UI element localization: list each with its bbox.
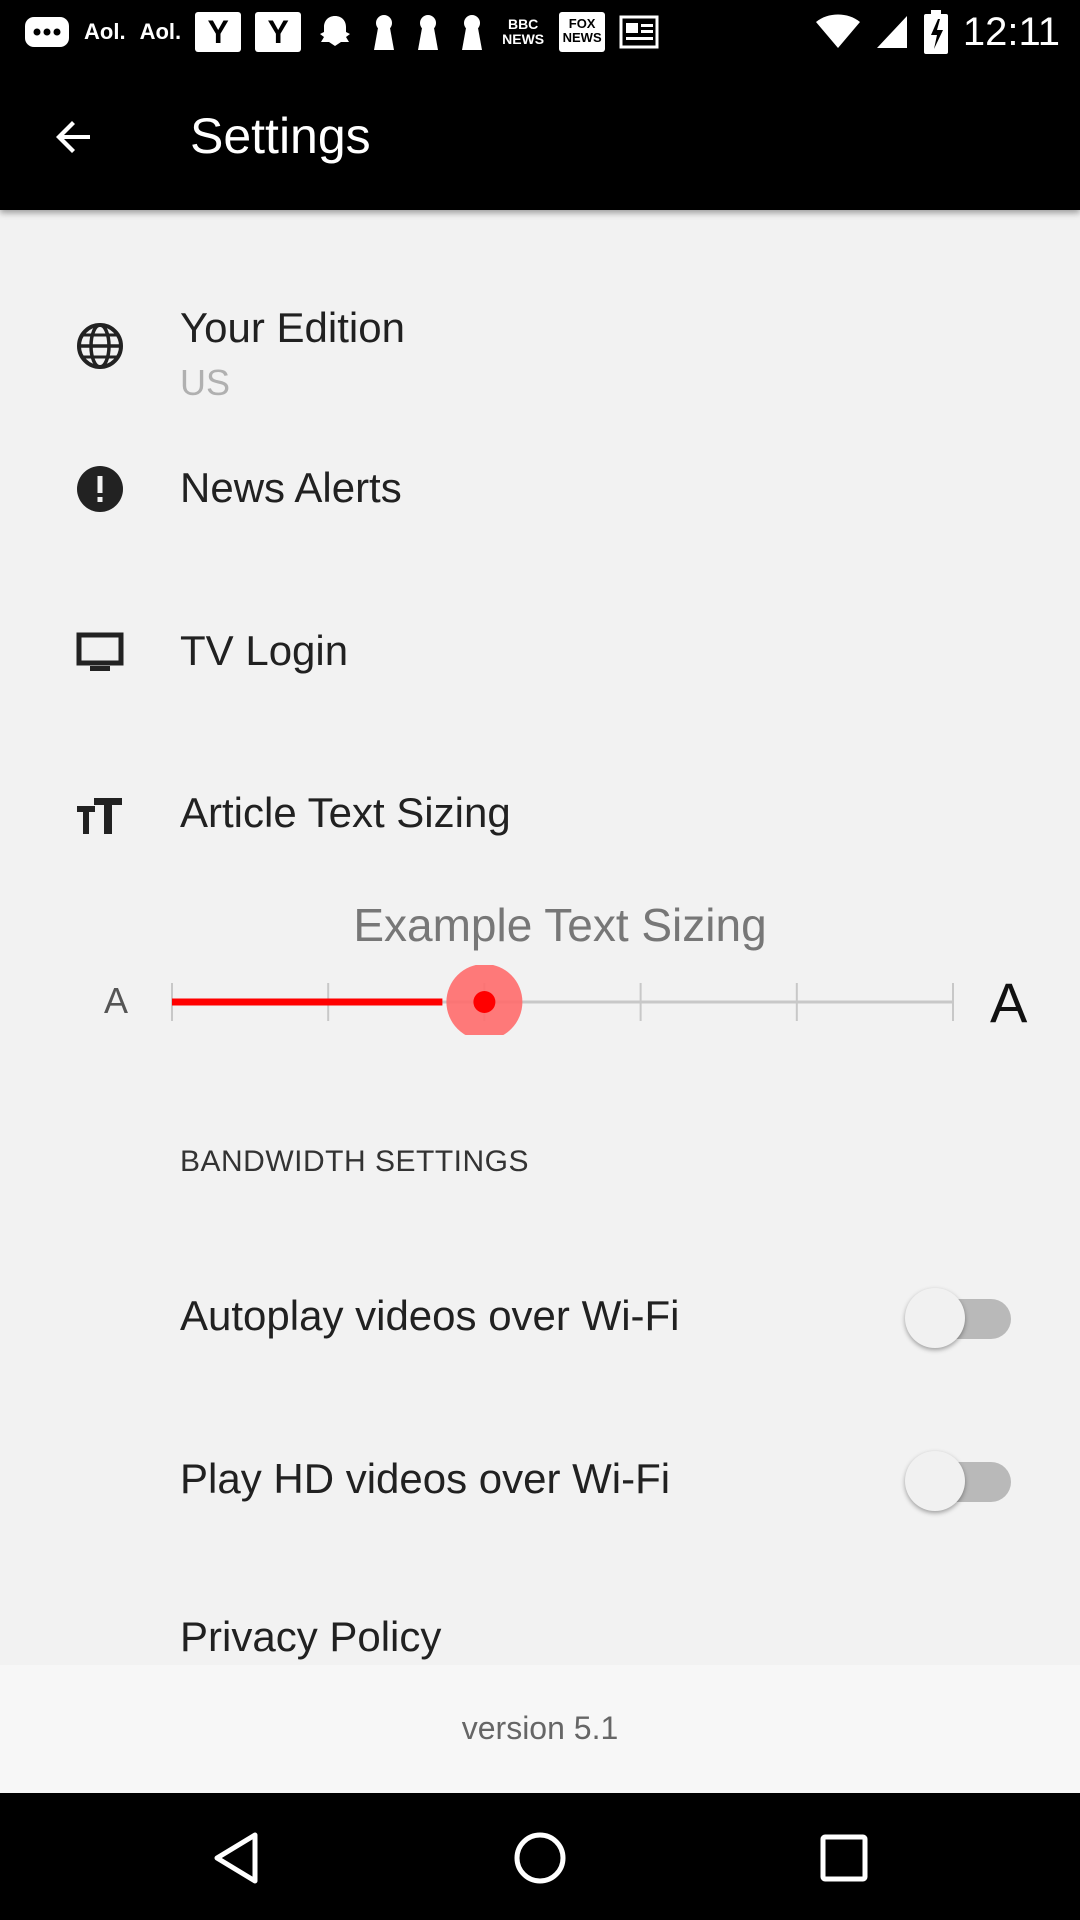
switch-thumb [905, 1288, 965, 1348]
large-text-indicator: A [990, 971, 1028, 1034]
nav-recents-button[interactable] [809, 1823, 879, 1893]
keyhole-icon [369, 12, 399, 52]
text-size-slider[interactable] [160, 965, 980, 1035]
autoplay-toggle[interactable] [905, 1280, 1011, 1348]
battery-charging-icon [923, 10, 949, 54]
version-text: version 5.1 [461, 1710, 619, 1746]
text-size-icon [72, 788, 128, 844]
back-button[interactable] [40, 103, 108, 171]
tv-login-row[interactable]: TV Login [0, 600, 1080, 700]
app-bar: Settings [0, 63, 1080, 210]
edition-value: US [180, 362, 231, 403]
yahoo-label: Y [195, 12, 242, 52]
status-bar: Aol. Aol. Y Y BBC NEWS FOX NEWS 12:11 [0, 0, 1080, 63]
snapchat-icon [315, 12, 355, 52]
news-alerts-row[interactable]: News Alerts [0, 440, 1080, 540]
nav-back-button[interactable] [201, 1823, 271, 1893]
yahoo-label: Y [255, 12, 302, 52]
clock: 12:11 [962, 9, 1060, 54]
privacy-policy-row[interactable]: Privacy Policy [0, 1605, 1080, 1665]
messages-icon [24, 12, 70, 52]
hd-label: Play HD videos over Wi-Fi [180, 1455, 671, 1502]
keyhole-icon [413, 12, 443, 52]
privacy-policy-link[interactable]: Privacy Policy [180, 1613, 441, 1661]
hd-toggle[interactable] [905, 1443, 1011, 1511]
keyhole-icon [457, 12, 487, 52]
switch-thumb [905, 1451, 965, 1511]
example-text: Example Text Sizing [353, 899, 767, 951]
text-sizing-label: Article Text Sizing [180, 789, 511, 836]
fox-news-label: FOX NEWS [559, 12, 606, 52]
aol-icon: Aol. [84, 19, 126, 44]
yahoo-icon: Y [255, 12, 302, 52]
triangle-back-icon [214, 1832, 258, 1884]
autoplay-label: Autoplay videos over Wi-Fi [180, 1292, 680, 1339]
edition-row[interactable]: Your Edition US [0, 290, 1080, 420]
navigation-bar [0, 1793, 1080, 1920]
fox-news-icon: FOX NEWS [559, 12, 606, 52]
small-text-indicator: A [104, 980, 129, 1021]
news-icon [619, 12, 659, 52]
notification-icons: Aol. Aol. Y Y BBC NEWS FOX NEWS [24, 10, 659, 54]
arrow-back-icon [56, 121, 90, 153]
autoplay-row: Autoplay videos over Wi-Fi [0, 1280, 1080, 1360]
aol-icon: Aol. [139, 19, 182, 44]
bbc-news-icon: BBC NEWS [502, 16, 545, 47]
system-status: 12:11 [815, 8, 1060, 56]
news-alerts-label: News Alerts [180, 464, 402, 511]
tv-icon [72, 624, 128, 680]
yahoo-icon: Y [195, 12, 242, 52]
bandwidth-section-header: BANDWIDTH SETTINGS [180, 1145, 530, 1178]
page-title: Settings [190, 108, 371, 164]
alert-icon [72, 461, 128, 517]
edition-label: Your Edition [180, 304, 405, 351]
nav-home-button[interactable] [505, 1823, 575, 1893]
globe-icon [72, 318, 128, 374]
circle-home-icon [514, 1832, 566, 1884]
cell-signal-icon [875, 12, 909, 52]
text-sizing-row: Article Text Sizing [0, 765, 1080, 865]
square-recents-icon [820, 1834, 868, 1882]
tv-login-label: TV Login [180, 627, 349, 674]
slider-thumb [473, 991, 496, 1013]
wifi-icon [815, 12, 861, 52]
hd-row: Play HD videos over Wi-Fi [0, 1443, 1080, 1523]
